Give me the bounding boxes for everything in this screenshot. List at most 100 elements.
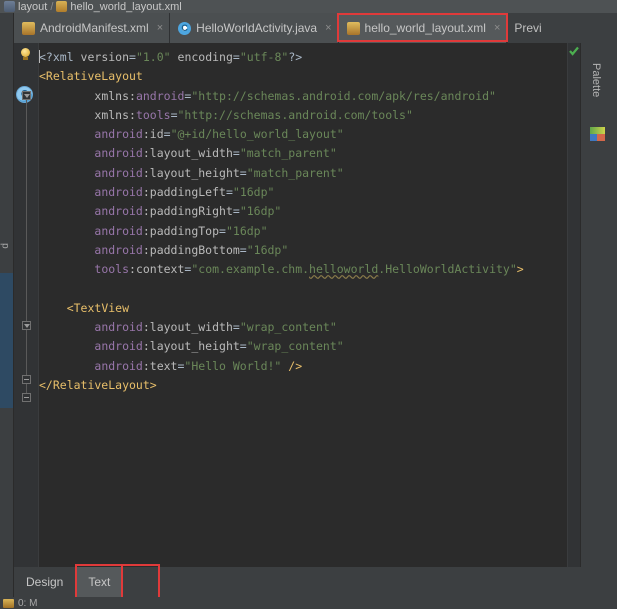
- editor-main-row: d C <?xml version="1.0" encoding="utf-8"…: [0, 43, 617, 567]
- breadcrumb-item-file[interactable]: hello_world_layout.xml: [56, 0, 182, 13]
- code-token: xmlns:: [94, 107, 136, 122]
- code-token: :paddingRight: [142, 204, 233, 219]
- folder-icon: [4, 1, 15, 12]
- editor-tab-androidmanifest[interactable]: AndroidManifest.xml ×: [14, 13, 171, 43]
- code-token: "16dp": [225, 223, 268, 238]
- editor-tab-label: HelloWorldActivity.java: [196, 21, 318, 35]
- code-token: encoding: [177, 50, 233, 64]
- code-token: <RelativeLayout: [39, 69, 143, 84]
- code-line: tools:context="com.example.chm.helloworl…: [39, 260, 567, 279]
- code-token: =: [232, 50, 240, 64]
- bottom-bar-left-stub: [0, 567, 14, 597]
- breadcrumb-separator: /: [50, 0, 54, 13]
- code-token: android: [94, 165, 143, 180]
- xml-file-icon: [56, 1, 68, 12]
- code-token: </RelativeLayout>: [39, 378, 157, 393]
- palette-icon[interactable]: [590, 127, 605, 141]
- editor-tab-helloworldactivity[interactable]: HelloWorldActivity.java ×: [170, 13, 339, 43]
- code-editor[interactable]: C <?xml version="1.0" encoding="utf-8"?>…: [14, 43, 580, 567]
- code-token: android: [94, 185, 143, 200]
- close-icon[interactable]: ×: [325, 22, 331, 34]
- code-token: :paddingLeft: [142, 185, 226, 200]
- code-token: =: [232, 204, 240, 219]
- fold-marker-textview[interactable]: [22, 321, 31, 330]
- right-tool-window-strip[interactable]: Palette: [580, 43, 617, 567]
- left-tool-window-strip[interactable]: d: [0, 43, 14, 567]
- close-icon[interactable]: ×: [157, 22, 163, 34]
- code-token: =: [219, 223, 226, 238]
- editor-marker-bar[interactable]: [567, 43, 580, 567]
- code-token: :layout_height: [142, 339, 240, 354]
- code-token: =: [239, 242, 247, 257]
- fold-marker-relativelayout-end[interactable]: [22, 393, 31, 402]
- code-token: xmlns:: [94, 88, 136, 103]
- code-token: "match_parent": [239, 146, 337, 161]
- code-line: android:layout_width="wrap_content": [39, 318, 567, 337]
- left-tool-window-label[interactable]: d: [0, 243, 11, 249]
- code-token: />: [281, 358, 303, 373]
- code-token: =: [232, 146, 240, 161]
- tab-design[interactable]: Design: [14, 567, 77, 597]
- code-line: </RelativeLayout>: [39, 376, 567, 395]
- code-token: "com.example.chm.: [191, 262, 310, 277]
- code-token: android: [135, 88, 185, 103]
- breadcrumb-item-layout[interactable]: layout: [4, 1, 47, 13]
- code-token: <TextView: [66, 300, 130, 315]
- android-studio-window: layout / hello_world_layout.xml AndroidM…: [0, 0, 617, 609]
- code-line: android:paddingRight="16dp": [39, 202, 567, 221]
- code-token: version: [80, 50, 130, 64]
- mode-tab-bar-filler: [123, 567, 617, 597]
- code-token: "16dp": [246, 242, 289, 257]
- fold-marker-relativelayout[interactable]: [22, 91, 31, 100]
- xml-file-icon: [346, 21, 360, 35]
- code-token: =: [225, 185, 233, 200]
- lightbulb-icon[interactable]: [19, 48, 32, 61]
- code-token: android: [94, 320, 143, 335]
- status-bar-text: 0: M: [18, 597, 38, 609]
- code-line: xmlns:android="http://schemas.android.co…: [39, 87, 567, 106]
- code-line: android:id="@+id/hello_world_layout": [39, 125, 567, 144]
- code-token: "wrap_content": [246, 339, 344, 354]
- code-token: :text: [142, 358, 178, 373]
- tab-bar-left-stub: [0, 13, 14, 43]
- code-line: <?xml version="1.0" encoding="utf-8"?>: [39, 48, 567, 67]
- java-class-icon: [178, 21, 192, 35]
- code-line: android:layout_width="match_parent": [39, 144, 567, 163]
- code-token: "wrap_content": [239, 320, 337, 335]
- code-token: "utf-8": [239, 50, 289, 64]
- code-token: "http://schemas.android.com/apk/res/andr…: [191, 88, 496, 103]
- tab-text[interactable]: Text: [75, 564, 161, 601]
- editor-tab-hello-world-layout[interactable]: hello_world_layout.xml ×: [336, 13, 509, 43]
- code-token: android: [94, 146, 143, 161]
- code-token: android: [94, 339, 143, 354]
- fold-marker-textview-end[interactable]: [22, 375, 31, 384]
- editor-tab-label: AndroidManifest.xml: [40, 21, 149, 35]
- code-text[interactable]: <?xml version="1.0" encoding="utf-8"?> <R…: [39, 43, 567, 567]
- green-check-icon[interactable]: [569, 46, 579, 56]
- code-token: :id: [142, 127, 164, 142]
- project-icon[interactable]: [3, 598, 14, 608]
- status-bar: 0: M: [0, 597, 617, 609]
- breadcrumb-item-label: hello_world_layout.xml: [70, 0, 182, 13]
- code-token: :layout_width: [142, 146, 233, 161]
- close-icon[interactable]: ×: [494, 22, 500, 34]
- code-token: =: [129, 50, 136, 64]
- code-line: android:layout_height="match_parent": [39, 164, 567, 183]
- code-line: android:paddingTop="16dp": [39, 222, 567, 241]
- code-token: =: [232, 320, 240, 335]
- code-line: <TextView: [39, 299, 567, 318]
- code-token: :layout_height: [142, 165, 240, 180]
- preview-panel-header: Previ: [507, 13, 617, 43]
- palette-label[interactable]: Palette: [590, 63, 602, 97]
- editor-gutter[interactable]: C: [14, 43, 39, 567]
- left-strip-selection: [0, 273, 13, 408]
- code-token: :context: [129, 262, 185, 277]
- code-token: android: [94, 242, 143, 257]
- code-token: helloworld: [309, 262, 379, 277]
